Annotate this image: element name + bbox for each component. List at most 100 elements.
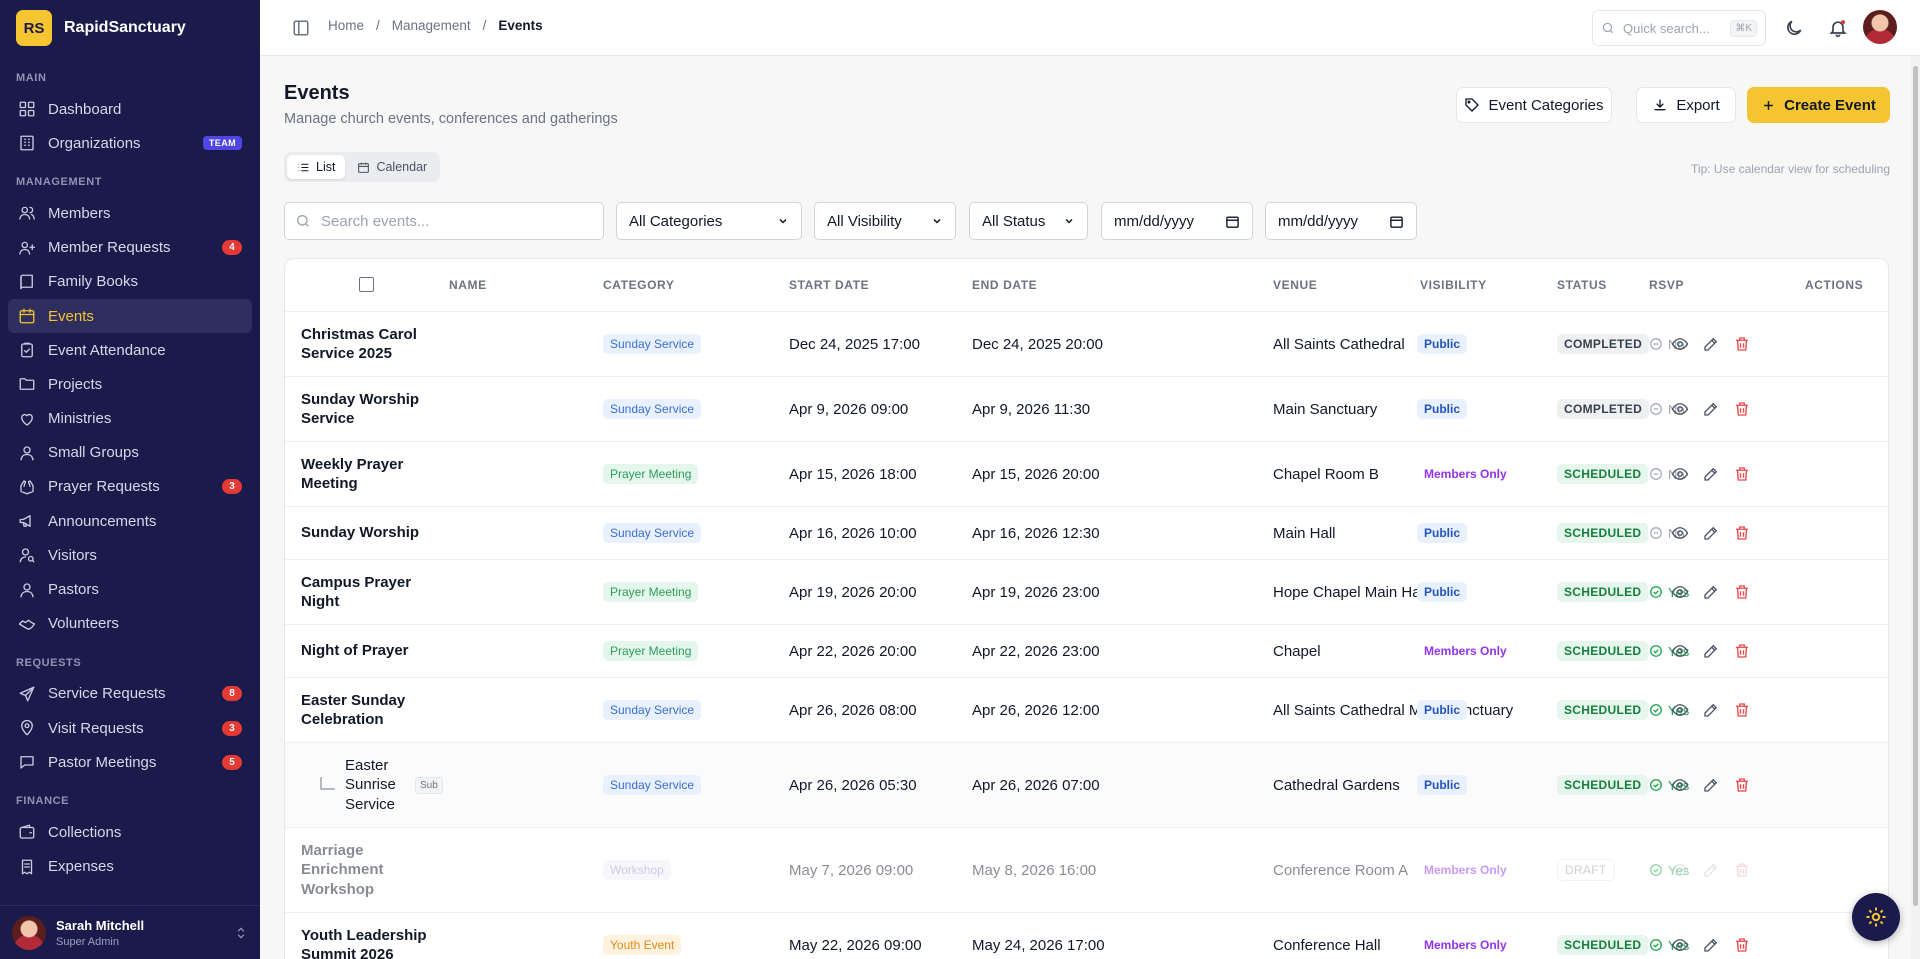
edit-icon[interactable] bbox=[1702, 936, 1720, 954]
table-row[interactable]: Weekly Prayer Meeting Prayer Meeting Apr 1… bbox=[285, 441, 1888, 506]
sidebar-item-organizations[interactable]: Organizations TEAM bbox=[8, 126, 252, 160]
edit-icon[interactable] bbox=[1702, 465, 1720, 483]
sidebar-toggle-icon[interactable] bbox=[292, 19, 310, 37]
breadcrumb-management[interactable]: Management bbox=[392, 18, 471, 33]
view-icon[interactable] bbox=[1671, 936, 1689, 954]
sidebar-item-member-requests[interactable]: Member Requests 4 bbox=[8, 231, 252, 265]
edit-icon[interactable] bbox=[1702, 583, 1720, 601]
table-row[interactable]: Marriage Enrichment Workshop Workshop May … bbox=[285, 827, 1888, 912]
profile-avatar[interactable] bbox=[1863, 10, 1897, 44]
event-name[interactable]: Youth Leadership Summit 2026 bbox=[301, 926, 431, 959]
column-header-end-date[interactable]: END DATE bbox=[972, 259, 1037, 311]
event-categories-button[interactable]: Event Categories bbox=[1456, 87, 1612, 123]
bell-icon[interactable] bbox=[1828, 18, 1848, 38]
sidebar-item-events[interactable]: Events bbox=[8, 298, 252, 334]
sidebar-item-projects[interactable]: Projects bbox=[8, 367, 252, 401]
column-header-status[interactable]: STATUS bbox=[1557, 259, 1607, 311]
edit-icon[interactable] bbox=[1702, 701, 1720, 719]
event-name[interactable]: Easter Sunday Celebration bbox=[301, 691, 431, 730]
table-row[interactable]: Youth Leadership Summit 2026 Youth Event M… bbox=[285, 912, 1888, 959]
status-select[interactable]: All Status bbox=[969, 202, 1088, 240]
category-select[interactable]: All Categories bbox=[616, 202, 802, 240]
delete-icon[interactable] bbox=[1733, 861, 1751, 879]
scrollbar[interactable] bbox=[1911, 56, 1920, 959]
event-name[interactable]: Marriage Enrichment Workshop bbox=[301, 841, 431, 900]
select-all-checkbox[interactable] bbox=[359, 277, 374, 292]
column-header-rsvp[interactable]: RSVP bbox=[1649, 259, 1684, 311]
table-row[interactable]: Christmas Carol Service 2025 Sunday Servi… bbox=[285, 311, 1888, 376]
view-icon[interactable] bbox=[1671, 583, 1689, 601]
delete-icon[interactable] bbox=[1733, 583, 1751, 601]
sidebar-item-pastors[interactable]: Pastors bbox=[8, 572, 252, 606]
delete-icon[interactable] bbox=[1733, 400, 1751, 418]
column-header-actions[interactable]: ACTIONS bbox=[1805, 259, 1863, 311]
visibility-select[interactable]: All Visibility bbox=[814, 202, 956, 240]
delete-icon[interactable] bbox=[1733, 936, 1751, 954]
delete-icon[interactable] bbox=[1733, 465, 1751, 483]
sidebar-item-volunteers[interactable]: Volunteers bbox=[8, 607, 252, 641]
column-header-name[interactable]: NAME bbox=[449, 259, 487, 311]
column-header-venue[interactable]: VENUE bbox=[1273, 259, 1317, 311]
brand[interactable]: RS RapidSanctuary bbox=[16, 10, 186, 46]
delete-icon[interactable] bbox=[1733, 701, 1751, 719]
view-icon[interactable] bbox=[1671, 642, 1689, 660]
date-to-input[interactable]: mm/dd/yyyy bbox=[1265, 202, 1417, 240]
view-icon[interactable] bbox=[1671, 701, 1689, 719]
table-row[interactable]: Easter Sunday Celebration Sunday Service A… bbox=[285, 677, 1888, 742]
settings-fab[interactable] bbox=[1852, 893, 1900, 941]
view-icon[interactable] bbox=[1671, 335, 1689, 353]
delete-icon[interactable] bbox=[1733, 776, 1751, 794]
sidebar-item-dashboard[interactable]: Dashboard bbox=[8, 92, 252, 126]
calendar-icon[interactable] bbox=[1389, 214, 1404, 229]
table-row[interactable]: Night of Prayer Prayer Meeting Apr 22, 202… bbox=[285, 624, 1888, 677]
event-name[interactable]: Night of Prayer bbox=[301, 641, 409, 661]
sidebar-item-visit-requests[interactable]: Visit Requests 3 bbox=[8, 711, 252, 745]
table-row[interactable]: Easter Sunrise Service Sub Sunday Service A… bbox=[285, 742, 1888, 827]
sidebar-item-expenses[interactable]: Expenses bbox=[8, 850, 252, 884]
sidebar-item-event-attendance[interactable]: Event Attendance bbox=[8, 333, 252, 367]
create-event-button[interactable]: Create Event bbox=[1747, 87, 1890, 123]
list-view-tab[interactable]: List bbox=[287, 155, 346, 179]
calendar-view-tab[interactable]: Calendar bbox=[347, 155, 437, 179]
user-menu[interactable]: Sarah Mitchell Super Admin bbox=[0, 905, 260, 959]
edit-icon[interactable] bbox=[1702, 776, 1720, 794]
event-name[interactable]: Sunday Worship Service bbox=[301, 390, 431, 429]
event-name[interactable]: Sunday Worship bbox=[301, 523, 419, 543]
quick-search[interactable]: Quick search... ⌘K bbox=[1592, 10, 1766, 46]
column-header-start-date[interactable]: START DATE bbox=[789, 259, 869, 311]
table-row[interactable]: Sunday Worship Service Sunday Service Apr … bbox=[285, 376, 1888, 441]
breadcrumb-home[interactable]: Home bbox=[328, 18, 364, 33]
edit-icon[interactable] bbox=[1702, 642, 1720, 660]
sidebar-item-family-books[interactable]: Family Books bbox=[8, 265, 252, 299]
edit-icon[interactable] bbox=[1702, 400, 1720, 418]
delete-icon[interactable] bbox=[1733, 335, 1751, 353]
sidebar-item-pastor-meetings[interactable]: Pastor Meetings 5 bbox=[8, 745, 252, 779]
date-from-input[interactable]: mm/dd/yyyy bbox=[1101, 202, 1253, 240]
edit-icon[interactable] bbox=[1702, 861, 1720, 879]
column-header-visibility[interactable]: VISIBILITY bbox=[1420, 259, 1487, 311]
table-row[interactable]: Sunday Worship Sunday Service Apr 16, 2026… bbox=[285, 506, 1888, 559]
sidebar-item-collections[interactable]: Collections bbox=[8, 815, 252, 849]
export-button[interactable]: Export bbox=[1636, 87, 1736, 123]
view-icon[interactable] bbox=[1671, 861, 1689, 879]
view-icon[interactable] bbox=[1671, 524, 1689, 542]
event-name[interactable]: Weekly Prayer Meeting bbox=[301, 455, 431, 494]
sidebar-item-small-groups[interactable]: Small Groups bbox=[8, 436, 252, 470]
search-events-input[interactable]: Search events... bbox=[284, 202, 604, 240]
column-header-category[interactable]: CATEGORY bbox=[603, 259, 674, 311]
sidebar-item-prayer-requests[interactable]: Prayer Requests 3 bbox=[8, 470, 252, 504]
sidebar-item-ministries[interactable]: Ministries bbox=[8, 402, 252, 436]
sidebar-item-members[interactable]: Members bbox=[8, 196, 252, 230]
event-name[interactable]: Easter Sunrise Service bbox=[345, 756, 405, 815]
delete-icon[interactable] bbox=[1733, 642, 1751, 660]
sidebar-item-announcements[interactable]: Announcements bbox=[8, 504, 252, 538]
sidebar-item-service-requests[interactable]: Service Requests 8 bbox=[8, 677, 252, 711]
view-icon[interactable] bbox=[1671, 465, 1689, 483]
event-name[interactable]: Campus Prayer Night bbox=[301, 573, 431, 612]
event-name[interactable]: Christmas Carol Service 2025 bbox=[301, 325, 431, 364]
moon-icon[interactable] bbox=[1784, 18, 1804, 38]
edit-icon[interactable] bbox=[1702, 524, 1720, 542]
delete-icon[interactable] bbox=[1733, 524, 1751, 542]
table-row[interactable]: Campus Prayer Night Prayer Meeting Apr 19,… bbox=[285, 559, 1888, 624]
view-icon[interactable] bbox=[1671, 400, 1689, 418]
